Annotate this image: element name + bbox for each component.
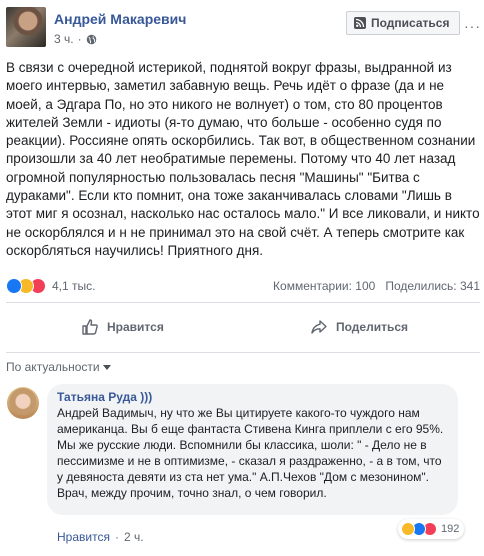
sort-label: По актуальности [6,360,100,374]
comment-actions: Нравится · 2 ч. [57,530,144,544]
post-author[interactable]: Андрей Макаревич [54,11,186,27]
post-time[interactable]: 3 ч. [54,32,74,46]
like-reaction-icon [6,278,22,294]
subscribe-label: Подписаться [371,16,450,30]
comment-text: Андрей Вадимыч, ну что же Вы цитируете к… [57,406,444,500]
haha-reaction-icon [401,522,415,536]
comment-time[interactable]: 2 ч. [124,530,144,544]
like-button[interactable]: Нравится [81,314,164,340]
caret-down-icon [102,364,111,370]
share-icon [311,320,327,334]
comment-reactions[interactable]: 192 [398,519,465,539]
comment-author[interactable]: Татьяна Руда ))) [57,390,448,404]
post-text: В связи с очередной истерикой, поднятой … [6,60,480,258]
comment-bubble: Татьяна Руда ))) Андрей Вадимыч, ну что … [47,384,458,515]
comment-reactions-count: 192 [441,523,460,535]
author-avatar[interactable] [6,7,46,47]
share-button[interactable]: Поделиться [310,314,408,340]
separator-dot: · [77,32,82,46]
comments-count[interactable]: Комментарии: 100 [273,279,375,293]
comment-sort-dropdown[interactable]: По актуальности [6,360,111,374]
divider [6,302,480,303]
thumbs-up-icon [82,319,98,335]
subscribe-button[interactable]: Подписаться [346,11,460,35]
post-meta: 3 ч. · [54,32,97,46]
post-counts: Комментарии: 100 Поделились: 341 [273,279,480,293]
separator-dot: · [114,530,119,544]
like-button-label: Нравится [107,320,164,334]
globe-icon [86,34,96,44]
comment-like-link[interactable]: Нравится [57,530,110,544]
commenter-avatar[interactable] [7,387,39,419]
more-options-button[interactable]: ··· [464,18,481,34]
post-header: Андрей Макаревич 3 ч. · Подписаться ··· [0,0,484,56]
rss-icon [354,17,366,29]
divider [6,352,480,353]
reactions-count[interactable]: 4,1 тыс. [52,279,95,293]
share-button-label: Поделиться [336,320,409,334]
post-reactions[interactable]: 4,1 тыс. [6,277,95,295]
shares-count[interactable]: Поделились: 341 [385,279,480,293]
